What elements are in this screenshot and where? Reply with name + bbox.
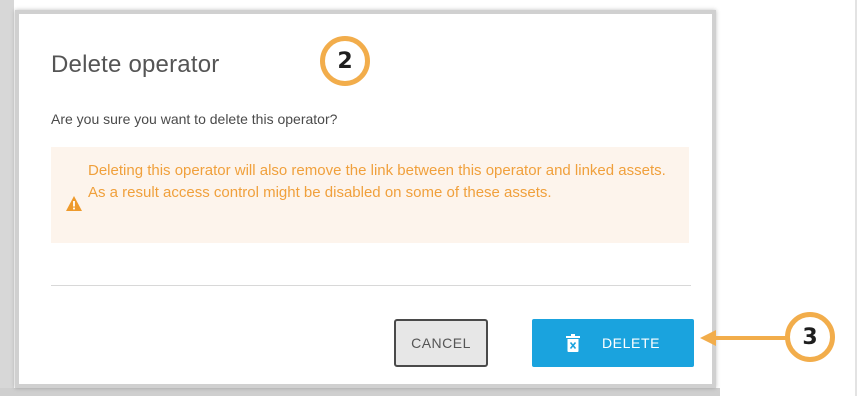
trash-icon [565,334,580,352]
warning-text: Deleting this operator will also remove … [88,162,666,201]
callout-2-number: 2 [337,48,353,74]
dialog-question: Are you sure you want to delete this ope… [51,111,338,127]
warning-box: Deleting this operator will also remove … [51,147,689,243]
backdrop-left-edge [0,0,14,396]
delete-button-label: DELETE [601,335,661,351]
backdrop-right-edge [855,0,857,396]
cancel-button-label: CANCEL [411,335,471,351]
callout-arrow-icon [700,330,790,346]
warning-triangle-icon [66,196,82,211]
backdrop-bottom-edge [0,388,720,396]
delete-button[interactable]: DELETE [532,319,694,367]
callout-3-number: 3 [802,324,818,350]
divider [51,285,691,286]
callout-marker-3: 3 [785,312,835,362]
dialog-title: Delete operator [51,51,220,78]
callout-marker-2: 2 [320,36,370,86]
cancel-button[interactable]: CANCEL [394,319,488,367]
